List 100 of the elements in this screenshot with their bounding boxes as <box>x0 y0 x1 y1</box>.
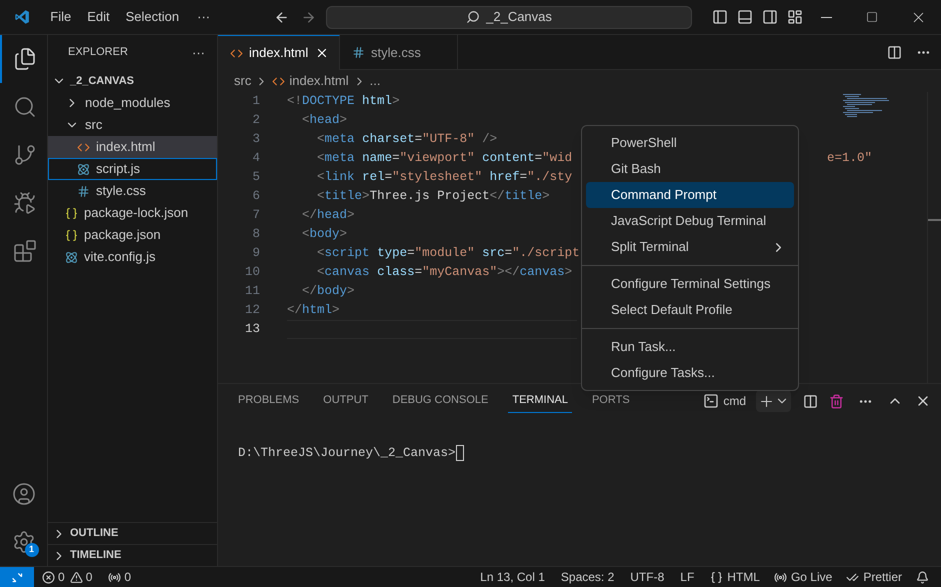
tree-item[interactable]: node_modules <box>48 92 217 114</box>
warning-count: 0 <box>86 569 92 586</box>
debug-icon <box>12 191 36 215</box>
line-number: 13 <box>244 321 260 338</box>
line-number: 12 <box>244 302 260 320</box>
code-line: </html> <box>287 303 340 317</box>
status-item[interactable]: Spaces: 2 <box>560 568 614 586</box>
error-icon <box>42 570 55 584</box>
hash-icon <box>352 46 365 59</box>
breadcrumb[interactable]: index.html <box>289 71 349 91</box>
code-line: </body> <box>301 284 355 298</box>
tree-item[interactable]: style.css <box>48 180 217 202</box>
braces-icon <box>65 206 78 220</box>
split-editor-icon[interactable] <box>887 44 902 60</box>
ports-count: 0 <box>124 569 132 586</box>
section-header[interactable]: OUTLINE <box>48 522 217 544</box>
menu-item[interactable]: Configure Tasks... <box>586 360 794 386</box>
language-mode[interactable]: HTML <box>710 568 760 586</box>
braces-icon <box>65 228 78 242</box>
menu-item[interactable]: Run Task... <box>586 334 794 360</box>
bell-icon[interactable] <box>916 570 929 584</box>
tree-item[interactable]: script.js <box>48 158 217 180</box>
line-number: 3 <box>251 131 260 148</box>
remote-button[interactable] <box>0 566 34 587</box>
code-icon <box>230 46 243 60</box>
menu-item[interactable]: File <box>42 0 80 34</box>
search-icon <box>12 95 36 119</box>
braces-icon <box>710 570 724 584</box>
double-check-icon <box>846 570 860 584</box>
panel-tab[interactable]: PROBLEMS <box>234 389 304 413</box>
tree-item[interactable]: package.json <box>48 224 217 246</box>
code-line: <canvas class="myCanvas"></canvas> <box>316 265 572 279</box>
branch-icon <box>12 143 36 167</box>
line-number: 10 <box>244 264 260 282</box>
panel-tab[interactable]: OUTPUT <box>319 389 372 413</box>
sidebar-title: EXPLORER <box>68 45 128 60</box>
tree-item[interactable]: vite.config.js <box>48 246 217 268</box>
line-number: 5 <box>251 169 260 186</box>
menu-item[interactable]: Split Terminal <box>586 234 794 260</box>
ports-indicator[interactable]: 0 <box>108 568 132 586</box>
panel-tab[interactable]: PORTS <box>588 389 634 413</box>
menu-item[interactable]: JavaScript Debug Terminal <box>586 208 794 234</box>
tree-item[interactable]: index.html <box>48 136 217 158</box>
toggle-secondary-sidebar-icon[interactable] <box>762 9 778 25</box>
split-terminal-icon[interactable] <box>803 394 818 408</box>
settings-button[interactable]: 1 <box>0 518 48 566</box>
toggle-panel-icon[interactable] <box>737 9 754 25</box>
minimize-icon <box>820 16 832 18</box>
line-number: 7 <box>251 207 260 224</box>
remote-icon <box>10 570 24 584</box>
terminal-name: cmd <box>723 393 746 410</box>
menu-item[interactable]: Command Prompt <box>586 182 794 208</box>
line-number: 4 <box>251 150 260 168</box>
more-button[interactable]: ··· <box>187 7 220 27</box>
app-logo <box>14 8 30 26</box>
menu-item[interactable]: Select Default Profile <box>586 297 794 323</box>
menu-item[interactable]: PowerShell <box>586 130 794 156</box>
breadcrumb[interactable]: ... <box>370 71 380 91</box>
menu-item[interactable]: Configure Terminal Settings <box>586 271 794 297</box>
search-text: _2_Canvas <box>486 8 552 26</box>
problems-indicator[interactable]: 0 0 <box>42 568 92 586</box>
extensions-icon <box>12 239 36 263</box>
code-line: </head> <box>301 208 355 222</box>
close-tab-icon[interactable] <box>315 46 329 60</box>
settings-icon <box>12 530 36 554</box>
line-number: 6 <box>251 188 260 206</box>
code-line: <head> <box>301 113 348 127</box>
go-live-button[interactable]: Go Live <box>774 568 832 586</box>
tree-item[interactable]: package-lock.json <box>48 202 217 224</box>
editor-tab[interactable]: style.css <box>340 35 458 70</box>
layout-icon[interactable] <box>787 9 804 25</box>
more-button[interactable]: ··· <box>192 42 205 62</box>
command-center[interactable]: _2_Canvas <box>326 6 692 28</box>
line-number: 2 <box>251 112 260 130</box>
panel-tab[interactable]: DEBUG CONSOLE <box>388 389 492 413</box>
files-icon <box>12 47 36 71</box>
new-terminal-button[interactable] <box>756 390 791 412</box>
broadcast-icon <box>108 570 122 584</box>
maximize-icon <box>866 11 878 23</box>
editor-tab[interactable]: index.html <box>218 35 340 70</box>
toggle-sidebar-icon[interactable] <box>712 9 728 25</box>
broadcast-icon <box>774 570 787 584</box>
terminal-icon <box>703 393 720 409</box>
status-item[interactable]: LF <box>680 568 694 586</box>
status-item[interactable]: Ln 13, Col 1 <box>480 568 545 586</box>
atom-icon <box>65 250 78 264</box>
menu-item[interactable]: Selection <box>118 0 188 34</box>
code-line: <title>Three.js Project</title> <box>316 189 550 203</box>
tree-root[interactable]: _2_CANVAS <box>48 70 217 92</box>
trash-icon[interactable] <box>829 394 844 408</box>
code-line: <body> <box>301 227 348 241</box>
menu-item[interactable]: Git Bash <box>586 156 794 182</box>
tree-item[interactable]: src <box>48 114 217 136</box>
code-line: <!DOCTYPE html> <box>287 94 400 108</box>
prettier-status[interactable]: Prettier <box>846 568 902 586</box>
menu-item[interactable]: Edit <box>79 0 118 34</box>
status-item[interactable]: UTF-8 <box>630 568 664 586</box>
breadcrumb[interactable]: src <box>234 71 252 91</box>
panel-tab[interactable]: TERMINAL <box>508 389 572 413</box>
code-line: <meta name="viewport" content="wid <box>316 151 572 165</box>
